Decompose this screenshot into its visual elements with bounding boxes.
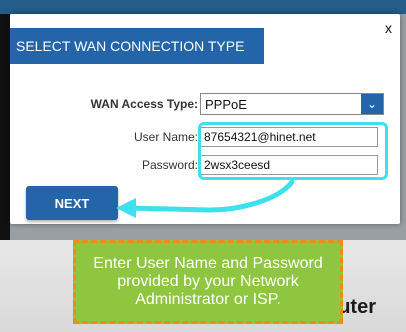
instruction-callout: Enter User Name and Password provided by…: [73, 240, 343, 324]
